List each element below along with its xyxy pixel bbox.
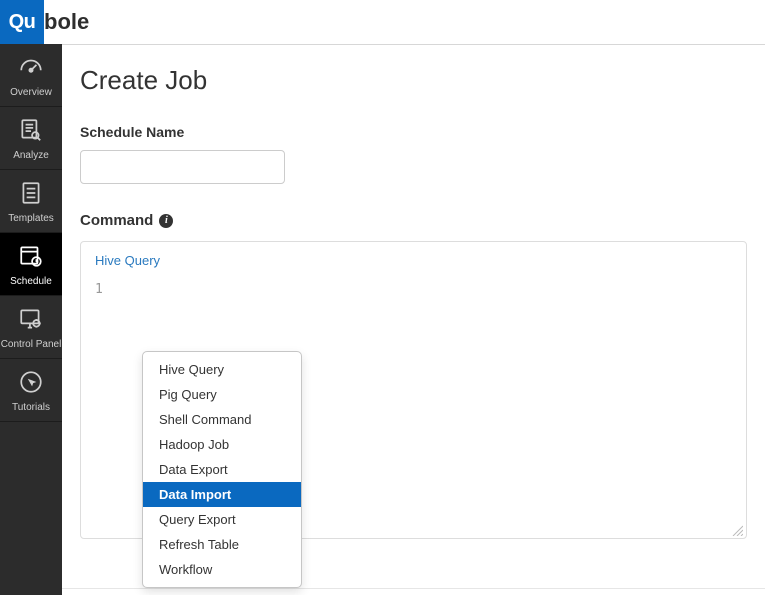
- sidebar-item-schedule[interactable]: Schedule: [0, 233, 62, 296]
- sidebar-item-label: Tutorials: [12, 402, 50, 413]
- sidebar-item-label: Schedule: [10, 276, 52, 287]
- sidebar-item-label: Control Panel: [1, 339, 62, 350]
- command-type-dropdown-menu: Hive Query Pig Query Shell Command Hadoo…: [142, 351, 302, 588]
- dropdown-item-data-import[interactable]: Data Import: [143, 482, 301, 507]
- gauge-icon: [18, 54, 44, 83]
- calendar-clock-icon: [18, 243, 44, 272]
- dropdown-item-workflow[interactable]: Workflow: [143, 557, 301, 582]
- sidebar-item-label: Overview: [10, 87, 52, 98]
- info-icon[interactable]: i: [159, 214, 173, 228]
- logo-bar: Qu bole: [0, 0, 765, 44]
- sidebar-item-templates[interactable]: Templates: [0, 170, 62, 233]
- dropdown-item-pig-query[interactable]: Pig Query: [143, 382, 301, 407]
- resize-grip-icon[interactable]: [731, 523, 743, 535]
- main-content: Create Job Schedule Name Command i Hive …: [62, 44, 765, 595]
- command-section-label: Command i: [80, 212, 747, 229]
- editor-line-number: 1: [95, 280, 732, 297]
- document-icon: [18, 180, 44, 209]
- sidebar-item-label: Templates: [8, 213, 54, 224]
- sidebar: Overview Analyze Templates Schedule Cont…: [0, 44, 62, 595]
- sidebar-item-control-panel[interactable]: Control Panel: [0, 296, 62, 359]
- command-panel-header: Hive Query: [81, 242, 746, 274]
- bottom-divider: [62, 588, 765, 589]
- sidebar-item-analyze[interactable]: Analyze: [0, 107, 62, 170]
- report-search-icon: [18, 117, 44, 146]
- logo-tile: Qu: [0, 0, 44, 44]
- schedule-name-label: Schedule Name: [80, 124, 747, 140]
- dropdown-item-refresh-table[interactable]: Refresh Table: [143, 532, 301, 557]
- dropdown-item-hive-query[interactable]: Hive Query: [143, 357, 301, 382]
- command-label-text: Command: [80, 212, 153, 229]
- dropdown-item-data-export[interactable]: Data Export: [143, 457, 301, 482]
- sidebar-item-tutorials[interactable]: Tutorials: [0, 359, 62, 422]
- logo-word: bole: [44, 9, 89, 35]
- monitor-gear-icon: [18, 306, 44, 335]
- dropdown-item-hadoop-job[interactable]: Hadoop Job: [143, 432, 301, 457]
- command-editor[interactable]: 1: [81, 274, 746, 303]
- schedule-name-input[interactable]: [80, 150, 285, 184]
- sidebar-item-label: Analyze: [13, 150, 49, 161]
- cursor-circle-icon: [18, 369, 44, 398]
- sidebar-item-overview[interactable]: Overview: [0, 44, 62, 107]
- dropdown-item-query-export[interactable]: Query Export: [143, 507, 301, 532]
- command-type-dropdown-trigger[interactable]: Hive Query: [95, 253, 160, 268]
- page-title: Create Job: [80, 65, 747, 96]
- dropdown-item-shell-command[interactable]: Shell Command: [143, 407, 301, 432]
